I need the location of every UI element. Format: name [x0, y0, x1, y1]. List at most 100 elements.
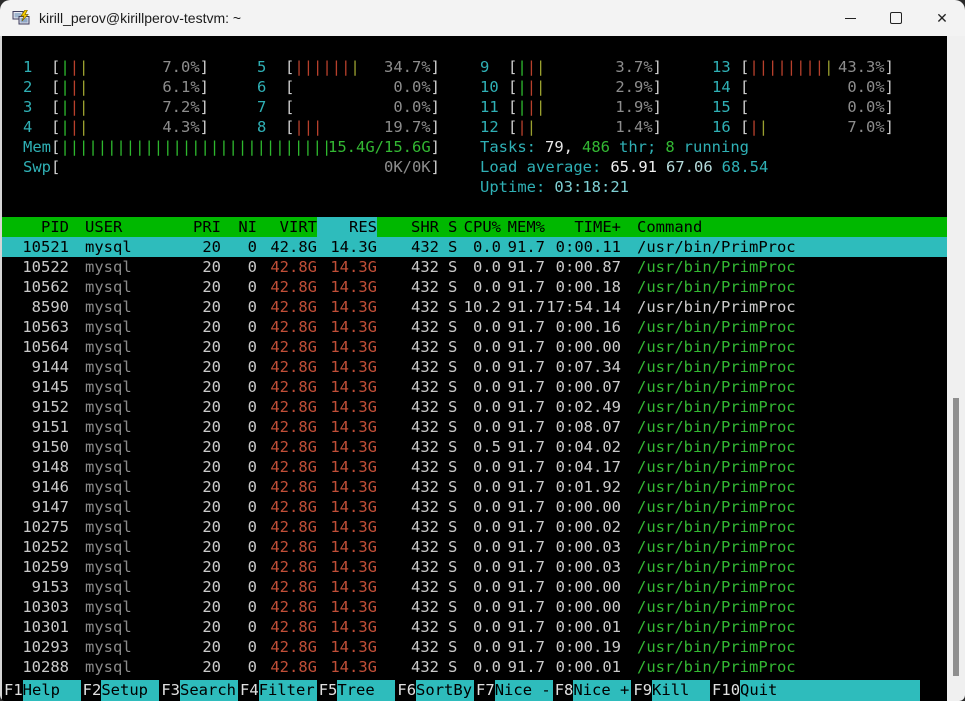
close-button[interactable]: ✕ [919, 0, 965, 36]
column-header-user[interactable]: USER [69, 217, 173, 237]
fnlabel-F6[interactable]: SortBy [416, 680, 474, 701]
cell-mem: 91.7 [501, 517, 545, 537]
process-row[interactable]: 10288mysql20042.8G14.3G432S0.091.70:00.0… [2, 657, 947, 677]
cpu-meter-16: 16[||7.0%] [712, 117, 894, 137]
process-row[interactable]: 10563mysql20042.8G14.3G432S0.091.70:00.1… [2, 317, 947, 337]
column-header-virt[interactable]: VIRT [257, 217, 317, 237]
meter-bar: | [219, 138, 228, 156]
fnlabel-F9[interactable]: Kill [652, 680, 710, 701]
column-header-pri[interactable]: PRI [173, 217, 221, 237]
process-row[interactable]: 10522mysql20042.8G14.3G432S0.091.70:00.8… [2, 257, 947, 277]
process-row[interactable]: 10259mysql20042.8G14.3G432S0.091.70:00.0… [2, 557, 947, 577]
cell-cpu: 0.0 [461, 277, 501, 297]
fnkey-F8[interactable]: F8 [553, 680, 574, 701]
fnlabel-F8[interactable]: Nice + [573, 680, 631, 701]
process-row[interactable]: 10521mysql20042.8G14.3G432S0.091.70:00.1… [2, 237, 947, 257]
process-row[interactable]: 9152mysql20042.8G14.3G432S0.091.70:02.49… [2, 397, 947, 417]
column-header-mem[interactable]: MEM% [501, 217, 545, 237]
column-header-cpu[interactable]: CPU% [461, 217, 501, 237]
header-left-column: 1[|||7.0%]5[|||||||34.7%]2[|||6.1%]6[0.0… [5, 57, 480, 217]
cell-shr: 432 [377, 397, 439, 417]
fnlabel-F1[interactable]: Help [23, 680, 81, 701]
fnkey-F5[interactable]: F5 [317, 680, 338, 701]
cell-mem: 91.7 [501, 417, 545, 437]
process-row[interactable]: 10562mysql20042.8G14.3G432S0.091.70:00.1… [2, 277, 947, 297]
column-header-ni[interactable]: NI [221, 217, 257, 237]
cell-mem: 91.7 [501, 297, 545, 317]
cpu-meter-12: 12[||1.4%] [480, 117, 662, 137]
cell-user: mysql [69, 497, 173, 517]
process-row[interactable]: 9148mysql20042.8G14.3G432S0.091.70:04.17… [2, 457, 947, 477]
meter-bar: | [796, 58, 805, 76]
fnlabel-F7[interactable]: Nice - [495, 680, 553, 701]
process-row[interactable]: 9146mysql20042.8G14.3G432S0.091.70:01.92… [2, 477, 947, 497]
meter-bar: | [116, 138, 125, 156]
header-right-column: 9[|||3.7%]13[|||||||||43.3%]10[|||2.9%]1… [480, 57, 947, 217]
process-row[interactable]: 8590mysql20042.8G14.3G432S10.291.717:54.… [2, 297, 947, 317]
meter-bar: | [70, 118, 79, 136]
cell-user: mysql [69, 237, 173, 257]
fnkey-F10[interactable]: F10 [710, 680, 740, 701]
fnkey-F1[interactable]: F1 [2, 680, 23, 701]
fnkey-F7[interactable]: F7 [474, 680, 495, 701]
cell-pid: 9146 [5, 477, 69, 497]
cell-s: S [439, 497, 461, 517]
process-row[interactable]: 10275mysql20042.8G14.3G432S0.091.70:00.0… [2, 517, 947, 537]
meter-bar: | [759, 118, 768, 136]
swap-meter: Swp[0K/0K] [23, 157, 480, 177]
meter-bar: | [294, 138, 303, 156]
fnlabel-F10[interactable]: Quit [740, 680, 920, 701]
fnlabel-F3[interactable]: Search [180, 680, 238, 701]
fnkey-F2[interactable]: F2 [81, 680, 102, 701]
cell-shr: 432 [377, 317, 439, 337]
process-row[interactable]: 9151mysql20042.8G14.3G432S0.091.70:08.07… [2, 417, 947, 437]
meter-bar: | [304, 58, 313, 76]
cell-shr: 432 [377, 477, 439, 497]
column-header-pid[interactable]: PID [5, 217, 69, 237]
fnlabel-F4[interactable]: Filter [259, 680, 317, 701]
column-header-res[interactable]: RES [317, 217, 377, 237]
title-bar: kirill_perov@kirillperov-testvm: ~ ✕ [0, 0, 965, 36]
cpu-meter-row: 10[|||2.9%]14[0.0%] [480, 77, 947, 97]
column-header-cmd[interactable]: Command [621, 217, 947, 237]
fnkey-F6[interactable]: F6 [395, 680, 416, 701]
cell-pri: 20 [173, 417, 221, 437]
fnkey-F4[interactable]: F4 [238, 680, 259, 701]
column-header-s[interactable]: S [439, 217, 461, 237]
process-row[interactable]: 9147mysql20042.8G14.3G432S0.091.70:00.00… [2, 497, 947, 517]
cell-pri: 20 [173, 237, 221, 257]
meter-bar: | [60, 138, 69, 156]
maximize-button[interactable] [873, 0, 919, 36]
fnlabel-F5[interactable]: Tree [337, 680, 395, 701]
meter-bar: | [191, 138, 200, 156]
cell-pri: 20 [173, 617, 221, 637]
cell-shr: 432 [377, 537, 439, 557]
cell-mem: 91.7 [501, 397, 545, 417]
process-row[interactable]: 9144mysql20042.8G14.3G432S0.091.70:07.34… [2, 357, 947, 377]
process-row[interactable]: 9150mysql20042.8G14.3G432S0.591.70:04.02… [2, 437, 947, 457]
column-header-time[interactable]: TIME+ [545, 217, 621, 237]
minimize-button[interactable] [827, 0, 873, 36]
process-row[interactable]: 10301mysql20042.8G14.3G432S0.091.70:00.0… [2, 617, 947, 637]
cell-shr: 432 [377, 437, 439, 457]
memory-value: 15.4G/15.6G [328, 137, 431, 157]
fnlabel-F2[interactable]: Setup [101, 680, 159, 701]
fnkey-F3[interactable]: F3 [159, 680, 180, 701]
swap-label: Swp [23, 157, 51, 177]
process-row[interactable]: 9153mysql20042.8G14.3G432S0.091.70:00.00… [2, 577, 947, 597]
cell-res: 14.3G [317, 557, 377, 577]
process-row[interactable]: 10252mysql20042.8G14.3G432S0.091.70:00.0… [2, 537, 947, 557]
cell-cpu: 0.0 [461, 657, 501, 677]
process-row[interactable]: 9145mysql20042.8G14.3G432S0.091.70:00.07… [2, 377, 947, 397]
cell-ni: 0 [221, 237, 257, 257]
scrollbar-thumb[interactable] [953, 398, 959, 676]
column-header-shr[interactable]: SHR [377, 217, 439, 237]
process-row[interactable]: 10293mysql20042.8G14.3G432S0.091.70:00.1… [2, 637, 947, 657]
cell-s: S [439, 417, 461, 437]
process-row[interactable]: 10564mysql20042.8G14.3G432S0.091.70:00.0… [2, 337, 947, 357]
meter-bar: | [517, 98, 526, 116]
process-row[interactable]: 10303mysql20042.8G14.3G432S0.091.70:00.0… [2, 597, 947, 617]
fnkey-F9[interactable]: F9 [631, 680, 652, 701]
cell-res: 14.3G [317, 517, 377, 537]
scrollbar-track[interactable] [947, 36, 965, 701]
